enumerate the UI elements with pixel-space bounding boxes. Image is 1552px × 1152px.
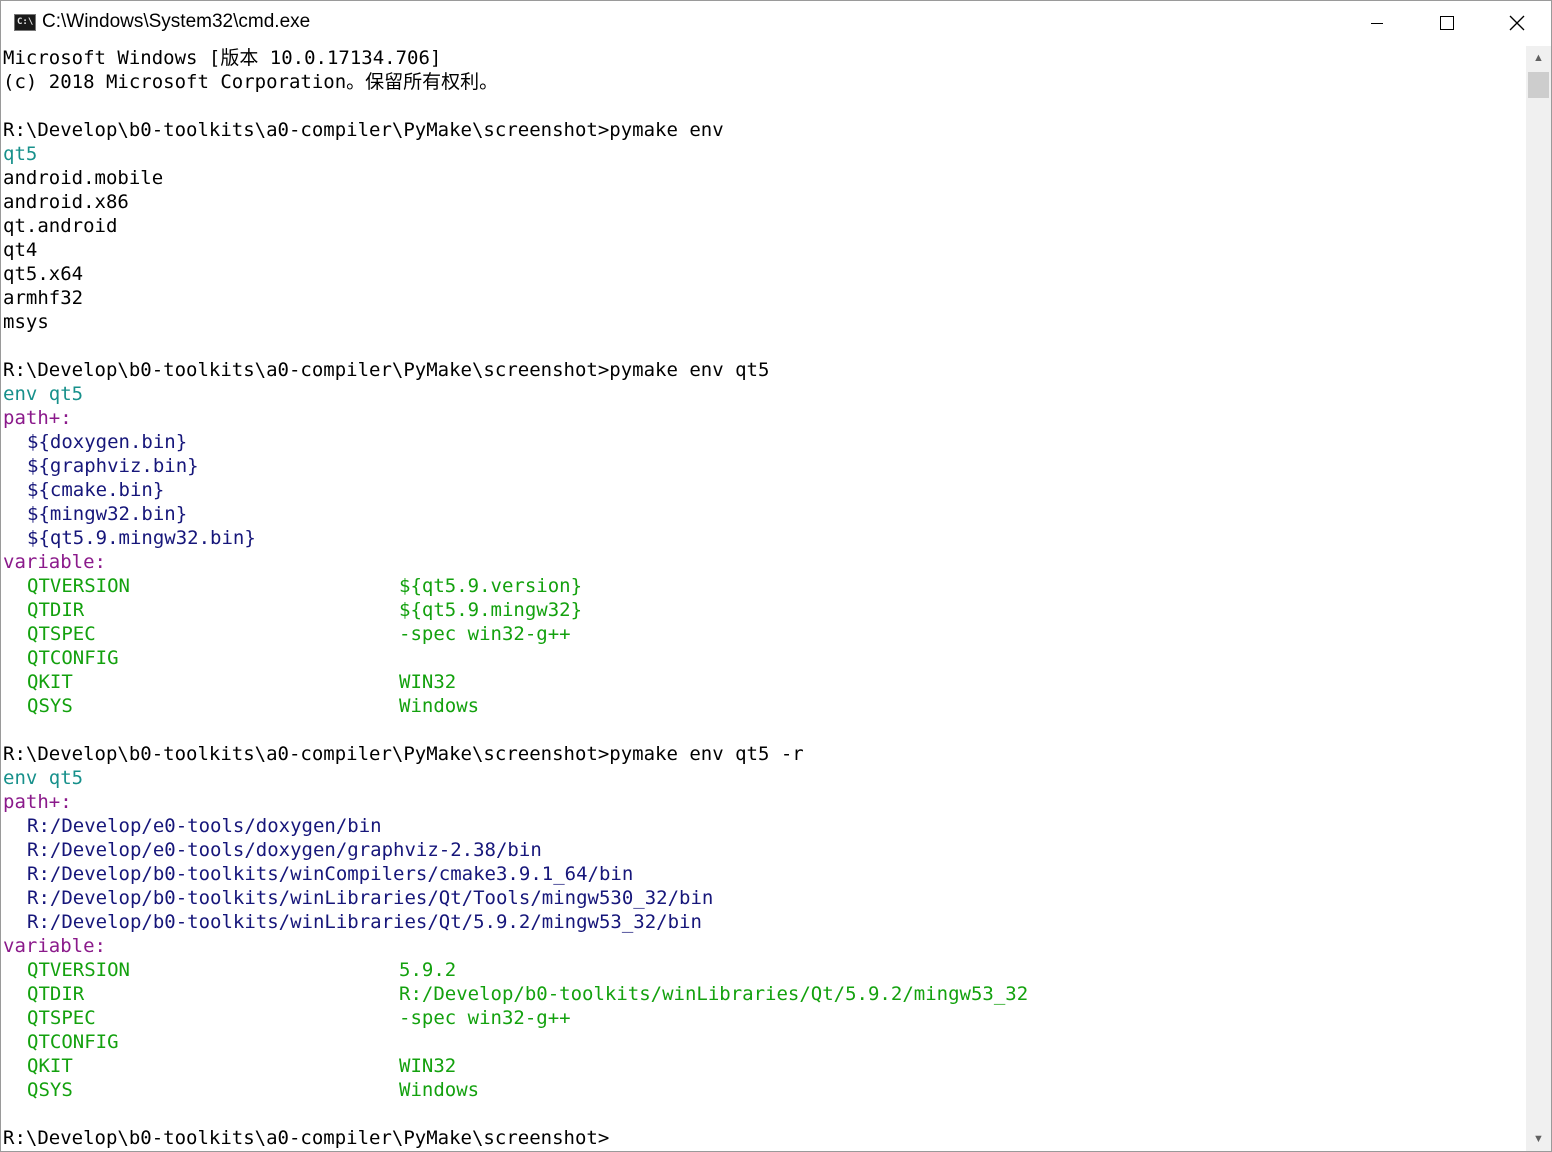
- variable-name: QKIT: [27, 671, 73, 693]
- path-entry: R:/Develop/b0-toolkits/winLibraries/Qt/T…: [27, 887, 714, 909]
- path-entry: ${graphviz.bin}: [27, 455, 199, 477]
- env-name-line: env qt5: [3, 383, 84, 405]
- variable-row: QTVERSION 5.9.2: [1, 958, 1525, 982]
- env-list-item: qt.android: [3, 215, 118, 237]
- scroll-down-arrow-icon[interactable]: ▼: [1526, 1127, 1551, 1151]
- env-name-line: env qt5: [3, 767, 84, 789]
- variable-value: ${qt5.9.version}: [399, 575, 583, 597]
- banner-line: Microsoft Windows [版本 10.0.17134.706]: [3, 47, 442, 69]
- variable-row: QTDIR R:/Develop/b0-toolkits/winLibraries…: [1, 982, 1525, 1006]
- command-prompt-line: R:\Develop\b0-toolkits\a0-compiler\PyMak…: [3, 359, 770, 381]
- variable-value: ${qt5.9.mingw32}: [399, 599, 583, 621]
- path-entry: R:/Develop/b0-toolkits/winLibraries/Qt/5…: [27, 911, 702, 933]
- command-prompt-line: R:\Develop\b0-toolkits\a0-compiler\PyMak…: [3, 743, 804, 765]
- env-header: qt5: [3, 143, 38, 165]
- current-prompt-line[interactable]: R:\Develop\b0-toolkits\a0-compiler\PyMak…: [1, 1126, 1525, 1150]
- variable-name: QTSPEC: [27, 1007, 96, 1029]
- variable-row: QTVERSION ${qt5.9.version}: [1, 574, 1525, 598]
- maximize-button[interactable]: [1411, 1, 1481, 46]
- scroll-up-arrow-icon[interactable]: ▲: [1526, 46, 1551, 70]
- prompt-text: R:\Develop\b0-toolkits\a0-compiler\PyMak…: [3, 1127, 610, 1149]
- variable-value: Windows: [399, 695, 480, 717]
- variable-value: -spec win32-g++: [399, 623, 571, 645]
- path-entry: R:/Develop/b0-toolkits/winCompilers/cmak…: [27, 863, 634, 885]
- banner-line: (c) 2018 Microsoft Corporation。保留所有权利。: [3, 71, 499, 93]
- variable-name: QTDIR: [27, 983, 85, 1005]
- env-list-item: qt5.x64: [3, 263, 84, 285]
- variable-value: -spec win32-g++: [399, 1007, 571, 1029]
- env-list-item: android.x86: [3, 191, 129, 213]
- variable-row: QKIT WIN32: [1, 1054, 1525, 1078]
- variable-name: QTCONFIG: [27, 1031, 119, 1053]
- env-list-item: qt4: [3, 239, 38, 261]
- variable-row: QKIT WIN32: [1, 670, 1525, 694]
- env-list-item: armhf32: [3, 287, 84, 309]
- path-label: path+:: [3, 407, 72, 429]
- window-title: C:\Windows\System32\cmd.exe: [42, 11, 311, 32]
- variable-label: variable:: [3, 935, 106, 957]
- title-bar[interactable]: C:\ C:\Windows\System32\cmd.exe: [1, 1, 1551, 46]
- env-list-item: android.mobile: [3, 167, 164, 189]
- scrollbar-thumb[interactable]: [1528, 72, 1549, 98]
- variable-value: Windows: [399, 1079, 480, 1101]
- close-icon: [1509, 15, 1525, 31]
- minimize-icon: [1371, 23, 1383, 24]
- variable-name: QTVERSION: [27, 575, 130, 597]
- path-entry: R:/Develop/e0-tools/doxygen/bin: [27, 815, 382, 837]
- variable-name: QSYS: [27, 1079, 73, 1101]
- console-window: C:\ C:\Windows\System32\cmd.exe Microsof…: [0, 0, 1552, 1152]
- variable-row: QTCONFIG: [1, 1030, 1525, 1054]
- variable-value: R:/Develop/b0-toolkits/winLibraries/Qt/5…: [399, 983, 1029, 1005]
- path-entry: ${cmake.bin}: [27, 479, 165, 501]
- variable-name: QTVERSION: [27, 959, 130, 981]
- path-entry: R:/Develop/e0-tools/doxygen/graphviz-2.3…: [27, 839, 542, 861]
- path-entry: ${qt5.9.mingw32.bin}: [27, 527, 256, 549]
- variable-row: QSYS Windows: [1, 1078, 1525, 1102]
- variable-row: QTDIR ${qt5.9.mingw32}: [1, 598, 1525, 622]
- variable-row: QTCONFIG: [1, 646, 1525, 670]
- path-entry: ${mingw32.bin}: [27, 503, 188, 525]
- path-label: path+:: [3, 791, 72, 813]
- variable-name: QKIT: [27, 1055, 73, 1077]
- vertical-scrollbar[interactable]: ▲ ▼: [1526, 46, 1551, 1151]
- variable-row: QTSPEC -spec win32-g++: [1, 622, 1525, 646]
- variable-value: WIN32: [399, 671, 457, 693]
- minimize-button[interactable]: [1341, 1, 1411, 46]
- variable-row: QTSPEC -spec win32-g++: [1, 1006, 1525, 1030]
- env-list-item: msys: [3, 311, 49, 333]
- variable-label: variable:: [3, 551, 106, 573]
- close-button[interactable]: [1481, 1, 1551, 46]
- variable-row: QSYS Windows: [1, 694, 1525, 718]
- variable-name: QTCONFIG: [27, 647, 119, 669]
- path-entry: ${doxygen.bin}: [27, 431, 188, 453]
- variable-name: QTDIR: [27, 599, 85, 621]
- variable-name: QTSPEC: [27, 623, 96, 645]
- maximize-icon: [1440, 16, 1454, 30]
- cmd-app-icon[interactable]: C:\: [14, 14, 36, 31]
- console-output[interactable]: Microsoft Windows [版本 10.0.17134.706] (c…: [1, 46, 1525, 1151]
- variable-name: QSYS: [27, 695, 73, 717]
- command-prompt-line: R:\Develop\b0-toolkits\a0-compiler\PyMak…: [3, 119, 724, 141]
- variable-value: WIN32: [399, 1055, 457, 1077]
- variable-value: 5.9.2: [399, 959, 457, 981]
